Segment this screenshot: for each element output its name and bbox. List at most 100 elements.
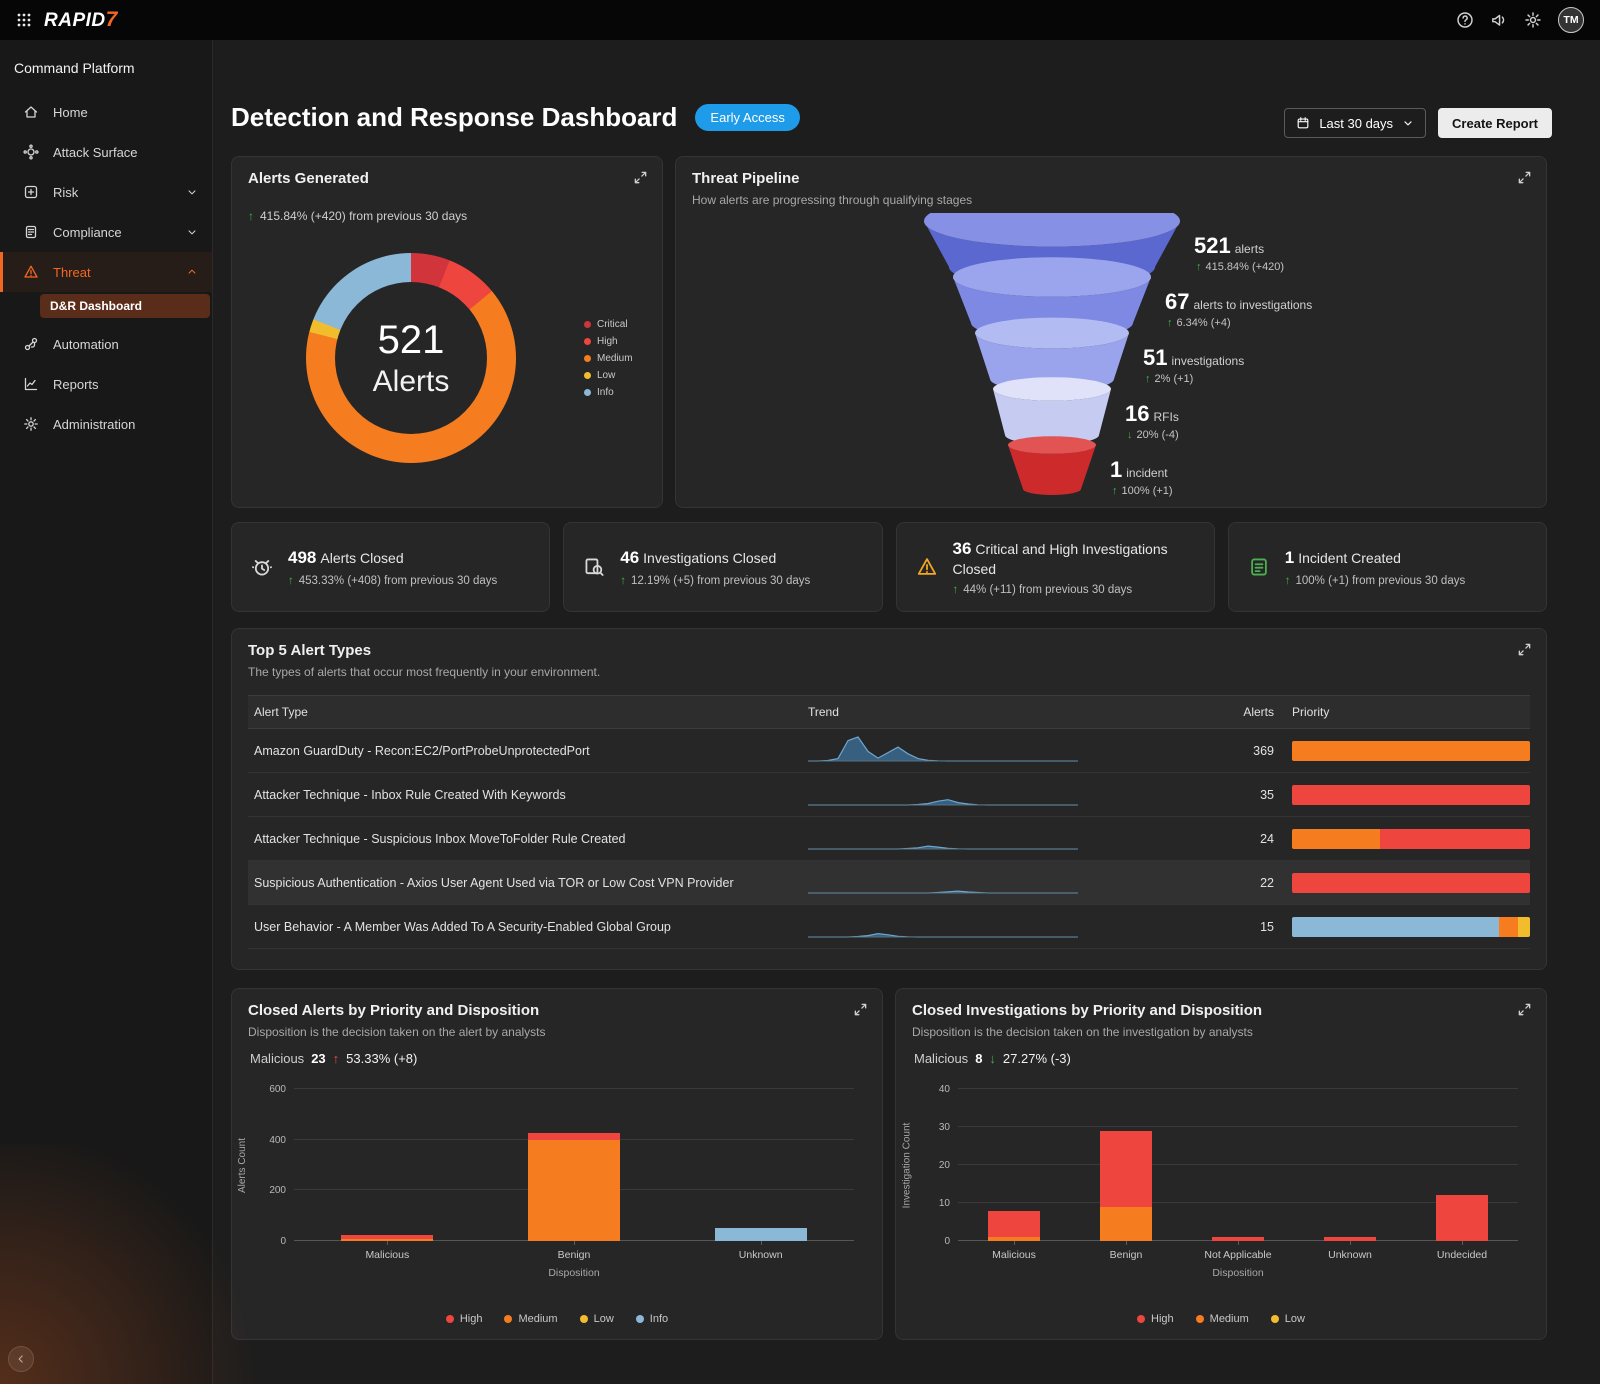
table-row[interactable]: Amazon GuardDuty - Recon:EC2/PortProbeUn… [248, 729, 1530, 773]
priority-cell [1274, 741, 1530, 761]
y-axis-title-text: Alerts Count [238, 1137, 249, 1192]
expand-icon[interactable] [1517, 642, 1532, 660]
stage-name: alerts to investigations [1193, 298, 1312, 312]
sidebar-item-label: Automation [53, 337, 119, 352]
threat-pipeline-card: Threat Pipeline How alerts are progressi… [675, 156, 1547, 508]
table-row[interactable]: User Behavior - A Member Was Added To A … [248, 905, 1530, 949]
legend-dot [446, 1315, 454, 1323]
priority-bar [1292, 829, 1530, 849]
x-axis-label: Benign [1066, 1249, 1186, 1261]
priority-segment [1292, 873, 1530, 893]
up-arrow-icon: ↑ [1285, 575, 1291, 587]
sidebar-item-reports[interactable]: Reports [0, 364, 212, 404]
stage-change: ↑6.34% (+4) [1167, 317, 1312, 329]
x-axis-label: Unknown [701, 1249, 821, 1261]
alerts-count-cell: 35 [1216, 788, 1274, 802]
incident-icon [1247, 556, 1271, 578]
legend-dot [584, 321, 591, 328]
closed-investigations-card: Closed Investigations by Priority and Di… [895, 988, 1547, 1340]
x-tick [387, 1241, 388, 1245]
expand-icon[interactable] [1517, 1002, 1532, 1020]
stat-change-text: 44% (+11) from previous 30 days [963, 584, 1132, 596]
y-axis-title: Investigation Count [900, 1089, 914, 1241]
calendar-icon [1296, 116, 1310, 130]
stage-value: 67 [1165, 289, 1189, 314]
legend-dot [1196, 1315, 1204, 1323]
chevron-down-icon [1402, 117, 1414, 129]
stat-value: 46 [620, 548, 639, 567]
date-range-button[interactable]: Last 30 days [1284, 108, 1426, 138]
legend-item: Low [584, 370, 633, 381]
stat-value: 1 [1285, 548, 1294, 567]
sidebar-item-attack-surface[interactable]: Attack Surface [0, 132, 212, 172]
legend-label: Medium [1210, 1313, 1249, 1325]
x-axis-label: Malicious [954, 1249, 1074, 1261]
alerts-count-cell: 24 [1216, 832, 1274, 846]
alert-type-cell: Attacker Technique - Inbox Rule Created … [248, 788, 808, 802]
threat-icon [23, 264, 39, 280]
trend-arrow-icon: ↑ [333, 1051, 340, 1066]
sidebar-collapse-button[interactable] [8, 1346, 34, 1372]
bar-segment [715, 1228, 807, 1241]
stat-card-body: 498Alerts Closed↑453.33% (+408) from pre… [288, 547, 497, 586]
table-row[interactable]: Suspicious Authentication - Axios User A… [248, 861, 1530, 905]
stat-card: 46Investigations Closed↑12.19% (+5) from… [563, 522, 882, 612]
automation-icon [23, 336, 39, 352]
closed-alerts-card: Closed Alerts by Priority and Dispositio… [231, 988, 883, 1340]
stat-line: 498Alerts Closed [288, 547, 497, 569]
sidebar-item-administration[interactable]: Administration [0, 404, 212, 444]
risk-icon [23, 184, 39, 200]
column-header: Alert Type [248, 705, 808, 719]
reports-icon [23, 376, 39, 392]
sidebar-item-threat[interactable]: Threat [0, 252, 212, 292]
legend-dot [636, 1315, 644, 1323]
table-row[interactable]: Attacker Technique - Inbox Rule Created … [248, 773, 1530, 817]
chart-legend: HighMediumLowInfo [232, 1313, 882, 1325]
legend-dot [584, 355, 591, 362]
stage-change: ↑2% (+1) [1145, 373, 1244, 385]
legend-dot [580, 1315, 588, 1323]
create-report-button[interactable]: Create Report [1438, 108, 1552, 138]
user-avatar[interactable]: TM [1558, 7, 1584, 33]
legend-dot [584, 389, 591, 396]
settings-gear-icon[interactable] [1524, 11, 1542, 29]
chart-legend: HighMediumLow [896, 1313, 1546, 1325]
priority-segment [1292, 829, 1380, 849]
table-row[interactable]: Attacker Technique - Suspicious Inbox Mo… [248, 817, 1530, 861]
y-tick-label: 400 [252, 1135, 286, 1146]
card-title: Closed Investigations by Priority and Di… [912, 1002, 1262, 1019]
sidebar-item-label: Compliance [53, 225, 122, 240]
priority-cell [1274, 785, 1530, 805]
stage-name: alerts [1235, 242, 1264, 256]
legend-label: Low [1285, 1313, 1305, 1325]
pipeline-stage-label: 521alerts↑415.84% (+420) [1194, 233, 1284, 273]
alerts-generated-card: Alerts Generated ↑415.84% (+420) from pr… [231, 156, 663, 508]
stat-card-body: 1Incident Created↑100% (+1) from previou… [1285, 547, 1465, 586]
alerts-count-cell: 22 [1216, 876, 1274, 890]
chevron-down-icon [186, 186, 198, 198]
card-title: Threat Pipeline [692, 170, 800, 187]
legend-item: Info [636, 1313, 668, 1325]
help-icon[interactable] [1456, 11, 1474, 29]
announcement-icon[interactable] [1490, 11, 1508, 29]
trend-sparkline [808, 909, 1216, 944]
x-axis-title: Disposition [958, 1267, 1518, 1279]
sidebar-subitem-dr-dashboard[interactable]: D&R Dashboard [40, 294, 210, 318]
gridline [958, 1202, 1518, 1203]
expand-icon[interactable] [853, 1002, 868, 1020]
stage-change: ↑415.84% (+420) [1196, 261, 1284, 273]
sidebar-item-compliance[interactable]: Compliance [0, 212, 212, 252]
sidebar-item-home[interactable]: Home [0, 92, 212, 132]
expand-icon[interactable] [1517, 170, 1532, 188]
sidebar-item-risk[interactable]: Risk [0, 172, 212, 212]
trend-sparkline [808, 865, 1216, 900]
stage-change-text: 20% (-4) [1137, 429, 1179, 441]
stat-change-text: 453.33% (+408) from previous 30 days [299, 575, 498, 587]
sidebar-item-automation[interactable]: Automation [0, 324, 212, 364]
card-title: Top 5 Alert Types [248, 642, 371, 659]
bar-segment [1436, 1195, 1488, 1241]
up-arrow-icon: ↑ [248, 209, 254, 223]
expand-icon[interactable] [633, 170, 648, 188]
donut-legend: CriticalHighMediumLowInfo [584, 319, 633, 398]
app-grid-icon[interactable] [16, 12, 32, 28]
